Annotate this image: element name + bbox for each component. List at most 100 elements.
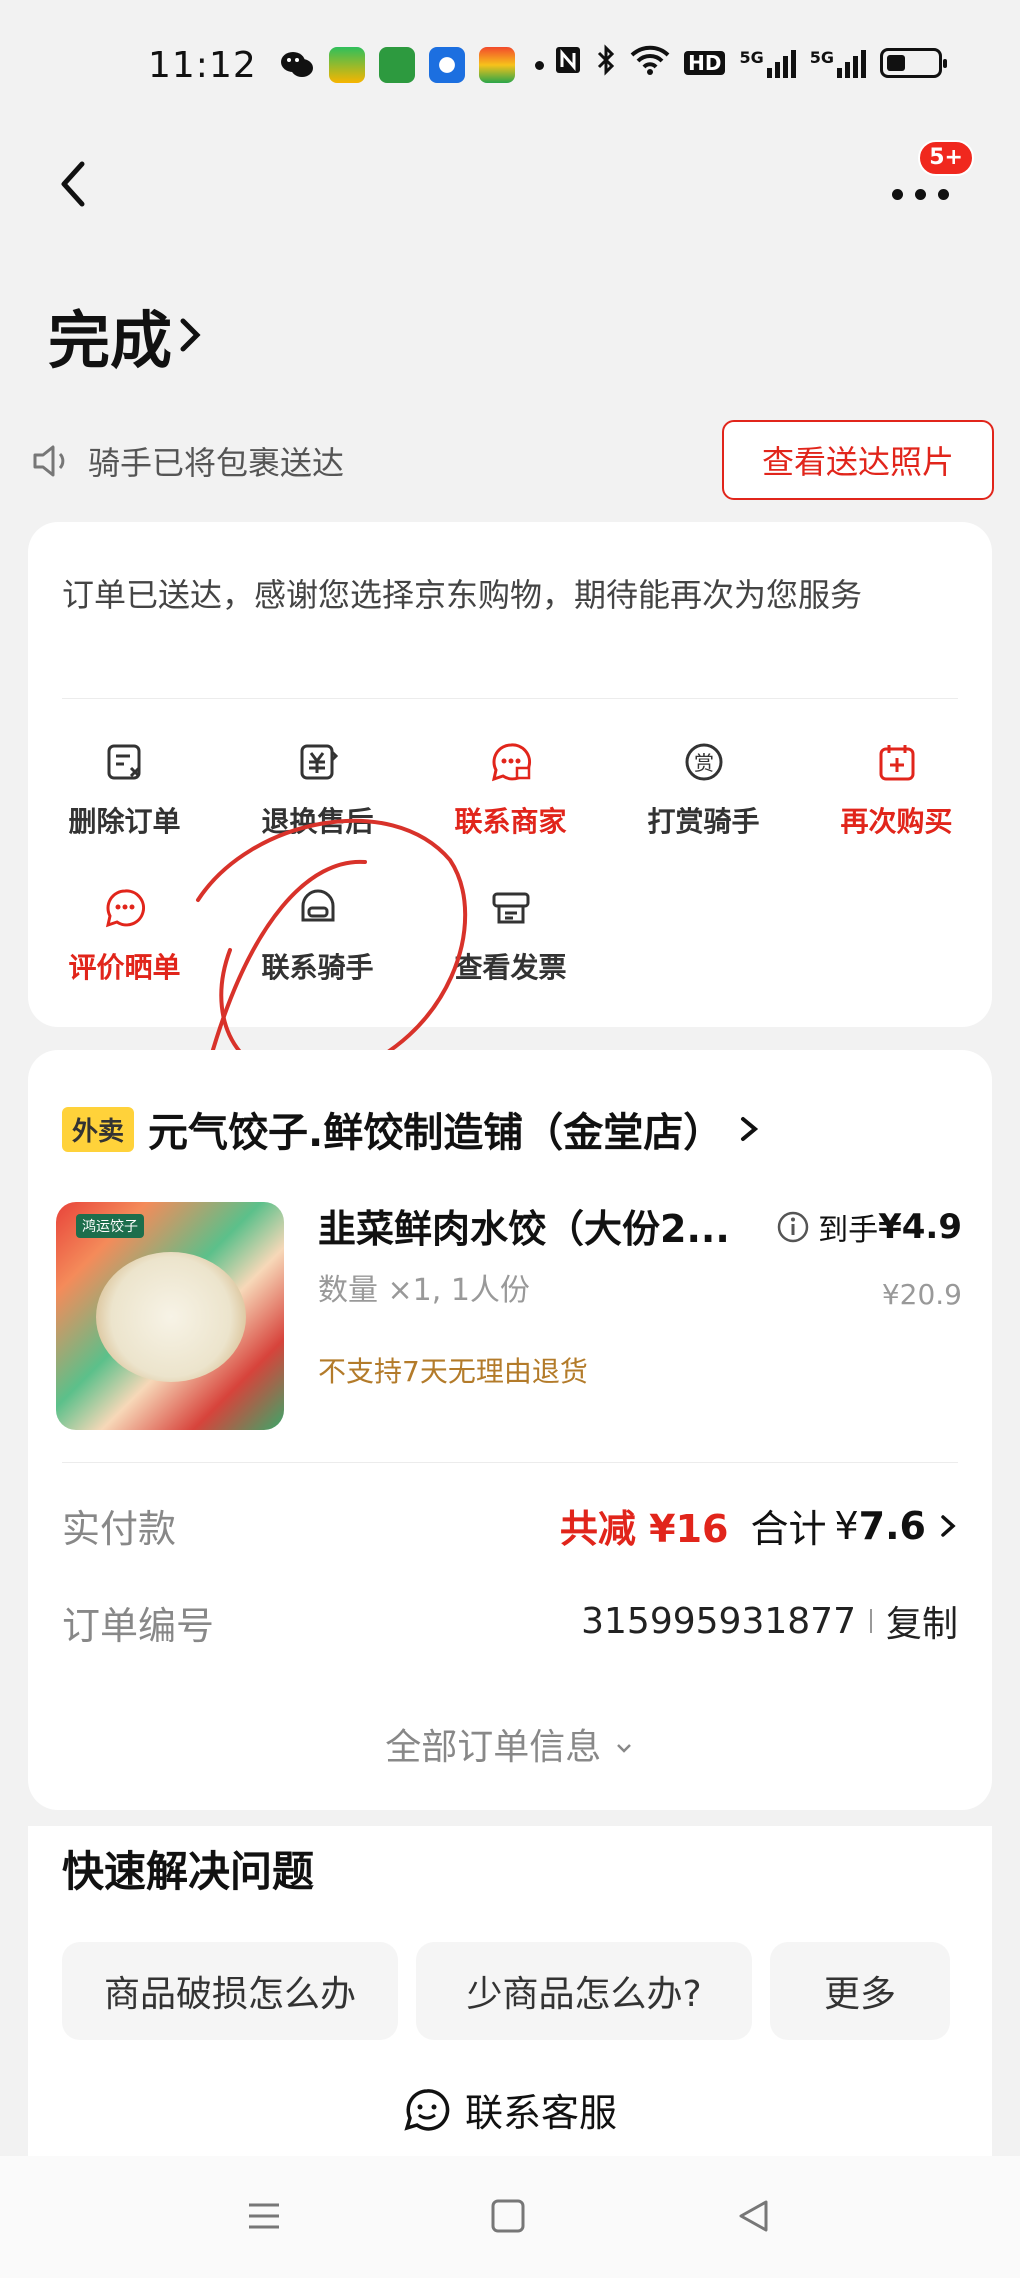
blue-app-icon xyxy=(428,47,465,83)
product-image-label: 鸿运饺子 xyxy=(76,1214,144,1238)
chevron-right-icon xyxy=(741,1117,759,1141)
refund-button[interactable]: 退换售后 xyxy=(221,740,414,840)
discount-amount: 共减 ¥16 xyxy=(559,1507,729,1551)
hd-icon: HD xyxy=(684,51,726,75)
signal-2-icon: 5G xyxy=(810,48,866,78)
system-indicators: HD 5G 5G xyxy=(554,44,947,82)
tip-rider-button[interactable]: 赏 打赏骑手 xyxy=(607,740,800,840)
more-dots-icon xyxy=(891,188,903,200)
chevron-right-icon xyxy=(180,318,201,352)
product-name[interactable]: 韭菜鲜肉水饺（大份2... xyxy=(318,1198,730,1253)
all-order-info-button[interactable]: 全部订单信息 xyxy=(28,1718,992,1770)
order-detail-card: 外卖 元气饺子.鲜饺制造铺（金堂店） 鸿运饺子 韭菜鲜肉水饺（大份2... 数量… xyxy=(28,1050,992,1810)
delivery-notice-text: 骑手已将包裹送达 xyxy=(88,444,345,482)
bluetooth-icon xyxy=(596,44,616,82)
refund-icon xyxy=(300,744,338,780)
signal-1-icon: 5G xyxy=(739,48,796,78)
rebuy-button[interactable]: 再次购买 xyxy=(800,740,993,840)
action-label: 评价晒单 xyxy=(68,951,181,984)
action-label: 删除订单 xyxy=(68,805,181,838)
chevron-down-icon xyxy=(616,1744,631,1753)
battery-icon xyxy=(880,48,947,78)
wechat-icon xyxy=(279,47,315,83)
chip-more[interactable]: 更多 xyxy=(770,1942,950,2040)
all-order-info-label: 全部订单信息 xyxy=(385,1727,602,1768)
action-label: 查看发票 xyxy=(454,951,567,984)
thanks-message: 订单已送达，感谢您选择京东购物，期待能再次为您服务 xyxy=(62,576,863,614)
order-actions-card: 订单已送达，感谢您选择京东购物，期待能再次为您服务 删除订单 退换售后 联系商家… xyxy=(28,522,992,1027)
chip-missing[interactable]: 少商品怎么办? xyxy=(416,1942,752,2040)
final-price-symbol: ¥ xyxy=(878,1207,902,1247)
chip-damaged[interactable]: 商品破损怎么办 xyxy=(62,1942,398,2040)
payment-summary[interactable]: 共减 ¥16 合计 ¥ 7.6 xyxy=(560,1498,958,1553)
svg-text:赏: 赏 xyxy=(694,751,714,775)
quick-solve-title: 快速解决问题 xyxy=(62,1847,315,1896)
contact-service-label: 联系客服 xyxy=(464,2091,617,2135)
shop-name: 元气饺子.鲜饺制造铺（金堂店） xyxy=(148,1110,724,1156)
notification-icons xyxy=(279,47,544,83)
status-text: 完成 xyxy=(48,304,173,377)
return-policy-note: 不支持7天无理由退货 xyxy=(318,1355,588,1388)
system-nav-bar xyxy=(0,2156,1020,2278)
view-invoice-button[interactable]: 查看发票 xyxy=(414,886,607,986)
quick-solve-section: 快速解决问题 商品破损怎么办 少商品怎么办? 更多 联系客服 xyxy=(28,1826,992,2156)
home-icon[interactable] xyxy=(490,2198,526,2234)
video-app-icon xyxy=(328,47,365,83)
total-label: 合计 xyxy=(750,1507,827,1551)
final-price[interactable]: 到手 ¥ 4.9 xyxy=(776,1205,962,1249)
rebuy-icon xyxy=(879,745,914,781)
action-label: 联系骑手 xyxy=(261,951,374,984)
total-symbol: ¥ xyxy=(834,1503,859,1548)
more-menu-button[interactable] xyxy=(880,174,960,214)
delete-order-button[interactable]: 删除订单 xyxy=(28,740,221,840)
divider xyxy=(62,698,958,699)
order-number-value: 315995931877 xyxy=(581,1600,856,1642)
customer-service-icon xyxy=(404,2088,450,2131)
separator xyxy=(869,1609,872,1633)
menu-icon[interactable] xyxy=(246,2198,282,2234)
review-icon xyxy=(105,889,145,928)
action-label: 退换售后 xyxy=(261,805,374,838)
view-delivery-photo-button[interactable]: 查看送达照片 xyxy=(722,420,994,500)
final-price-value: 4.9 xyxy=(901,1207,962,1247)
chevron-right-icon xyxy=(941,1514,956,1537)
info-icon xyxy=(777,1211,809,1243)
oppo-store-icon xyxy=(378,47,415,83)
copy-button[interactable]: 复制 xyxy=(886,1595,958,1647)
product-image[interactable]: 鸿运饺子 xyxy=(56,1202,284,1430)
quick-solve-chips: 商品破损怎么办 少商品怎么办? 更多 xyxy=(62,1942,950,2040)
contact-service-button[interactable]: 联系客服 xyxy=(28,2082,992,2137)
58-app-icon xyxy=(478,47,515,83)
total-amount: 7.6 xyxy=(858,1503,926,1548)
delete-order-icon xyxy=(107,744,140,780)
back-nav-icon[interactable] xyxy=(736,2198,772,2234)
contact-rider-icon xyxy=(301,889,334,922)
chevron-left-icon xyxy=(61,161,85,207)
shop-link[interactable]: 外卖 元气饺子.鲜饺制造铺（金堂店） xyxy=(62,1100,761,1158)
order-number-label: 订单编号 xyxy=(62,1604,215,1648)
paid-label: 实付款 xyxy=(62,1507,177,1551)
delivery-notice: 骑手已将包裹送达 查看送达照片 xyxy=(30,420,994,502)
nav-bar: 5+ xyxy=(0,140,1020,240)
original-price: ¥20.9 xyxy=(881,1278,962,1311)
review-button[interactable]: 评价晒单 xyxy=(28,886,221,986)
back-button[interactable] xyxy=(52,154,112,224)
action-label: 再次购买 xyxy=(840,805,953,838)
final-price-label: 到手 xyxy=(818,1213,879,1248)
contact-merchant-button[interactable]: 联系商家 xyxy=(414,740,607,840)
action-label: 联系商家 xyxy=(454,805,567,838)
dumpling-plate xyxy=(96,1252,246,1382)
message-badge: 5+ xyxy=(918,140,974,176)
order-status-title[interactable]: 完成 xyxy=(48,290,202,380)
more-notifications-dot xyxy=(534,60,544,70)
speaker-icon xyxy=(33,445,65,477)
order-number: 315995931877 复制 xyxy=(581,1595,958,1647)
product-quantity: 数量 ×1, 1人份 xyxy=(318,1273,530,1308)
status-bar: 11:12 HD 5G 5G xyxy=(0,0,1020,130)
contact-rider-button[interactable]: 联系骑手 xyxy=(221,886,414,986)
invoice-icon xyxy=(492,892,529,924)
contact-merchant-icon xyxy=(491,743,531,782)
clock: 11:12 xyxy=(148,44,257,86)
divider xyxy=(62,1462,958,1463)
takeaway-tag: 外卖 xyxy=(62,1106,135,1152)
